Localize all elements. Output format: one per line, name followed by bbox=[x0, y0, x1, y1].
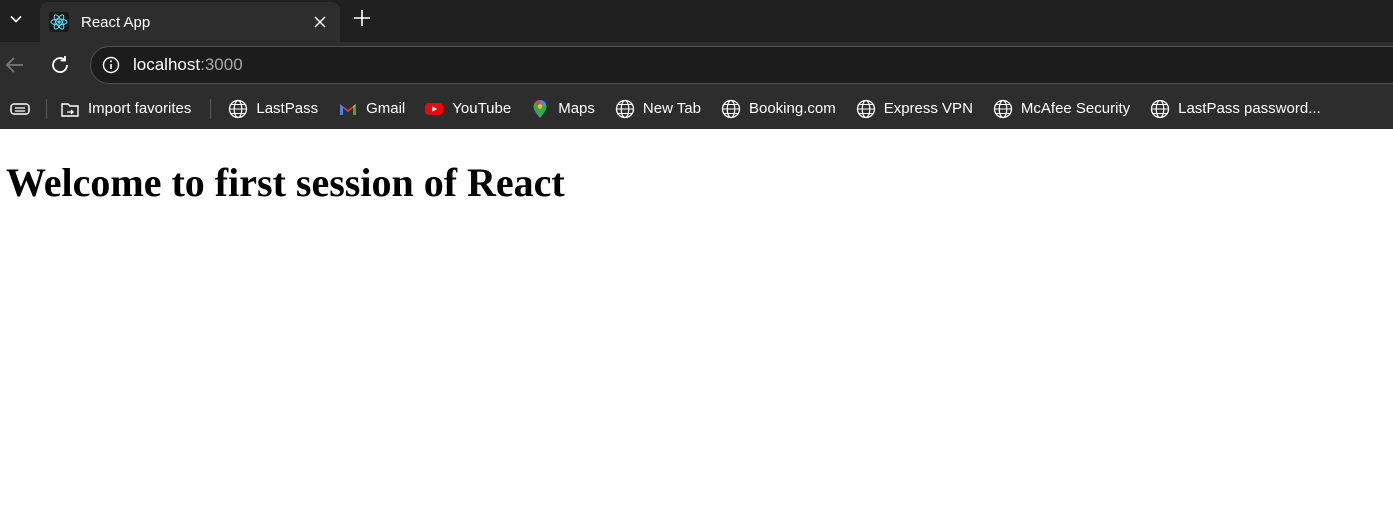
address-bar[interactable]: localhost:3000 bbox=[90, 46, 1393, 84]
favorite-youtube[interactable]: YouTube bbox=[424, 94, 511, 124]
tab-list-button[interactable] bbox=[0, 0, 32, 38]
favorite-booking[interactable]: Booking.com bbox=[721, 94, 836, 124]
globe-icon bbox=[993, 99, 1013, 119]
favorite-import-favorites[interactable]: Import favorites bbox=[60, 94, 191, 124]
tab-title: React App bbox=[81, 13, 151, 31]
plus-icon bbox=[354, 10, 370, 26]
close-tab-button[interactable] bbox=[310, 12, 330, 32]
favorites-separator bbox=[210, 98, 212, 119]
back-button[interactable] bbox=[3, 53, 27, 77]
refresh-icon bbox=[52, 56, 68, 73]
favorite-label: McAfee Security bbox=[1020, 100, 1131, 117]
favorite-label: LastPass bbox=[256, 100, 319, 117]
favorite-label: Express VPN bbox=[883, 100, 973, 117]
favorite-label: New Tab bbox=[642, 100, 701, 117]
navigation-toolbar: localhost:3000 bbox=[0, 42, 1393, 88]
page-heading: Welcome to first session of React bbox=[6, 160, 565, 205]
refresh-button[interactable] bbox=[48, 53, 72, 77]
favorite-label: Maps bbox=[558, 100, 595, 117]
tab-react-app[interactable]: React App bbox=[40, 2, 340, 42]
globe-icon bbox=[856, 99, 876, 119]
favorite-label: Import favorites bbox=[88, 100, 192, 117]
favorite-lastpass[interactable]: LastPass bbox=[228, 94, 318, 124]
collections-icon bbox=[10, 102, 30, 115]
favorite-mcafee-security[interactable]: McAfee Security bbox=[993, 94, 1130, 124]
react-logo-icon bbox=[49, 12, 69, 32]
maps-icon bbox=[530, 99, 550, 119]
favorite-label: Gmail bbox=[366, 100, 406, 117]
favorite-label: Booking.com bbox=[748, 100, 836, 117]
back-arrow-icon bbox=[5, 57, 23, 73]
favorite-label: YouTube bbox=[452, 100, 512, 117]
collections-button[interactable] bbox=[9, 94, 31, 124]
favorite-new-tab[interactable]: New Tab bbox=[615, 94, 701, 124]
chevron-down-icon bbox=[10, 15, 22, 23]
page-content: Welcome to first session of React bbox=[0, 129, 1393, 522]
youtube-icon bbox=[424, 99, 444, 119]
globe-icon bbox=[1150, 99, 1170, 119]
url-host: localhost bbox=[133, 55, 201, 74]
favorite-gmail[interactable]: Gmail bbox=[338, 94, 405, 124]
gmail-icon bbox=[338, 99, 358, 119]
globe-icon bbox=[615, 99, 635, 119]
favorite-label: LastPass password... bbox=[1178, 100, 1321, 117]
import-favorites-icon bbox=[60, 99, 80, 119]
favorite-express-vpn[interactable]: Express VPN bbox=[856, 94, 973, 124]
globe-icon bbox=[721, 99, 741, 119]
info-icon[interactable] bbox=[101, 55, 121, 75]
favorites-separator bbox=[46, 98, 47, 119]
favorites-bar: Import favorites LastPass Gmail YouTube bbox=[0, 88, 1393, 129]
url-port: :3000 bbox=[200, 55, 243, 74]
new-tab-button[interactable] bbox=[350, 6, 374, 30]
address-url: localhost:3000 bbox=[133, 55, 243, 75]
browser-chrome: React App localhost:3000 Import favorite… bbox=[0, 0, 1393, 129]
close-icon bbox=[314, 16, 326, 28]
tab-strip: React App bbox=[0, 0, 1393, 42]
favorite-maps[interactable]: Maps bbox=[530, 94, 595, 124]
globe-icon bbox=[228, 99, 248, 119]
favorite-lastpass-password[interactable]: LastPass password... bbox=[1150, 94, 1321, 124]
